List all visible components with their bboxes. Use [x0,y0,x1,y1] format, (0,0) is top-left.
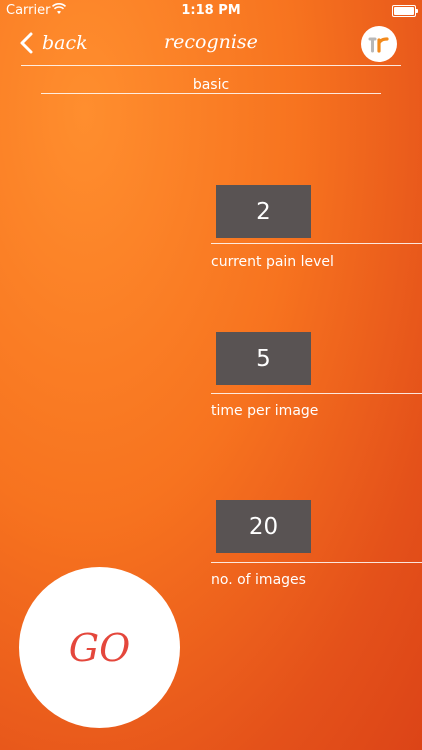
pain-level-divider [211,243,422,244]
app-logo-icon [368,37,389,53]
mode-divider [41,93,381,94]
go-label: GO [68,625,131,670]
time-per-image-divider [211,393,422,394]
nav-divider [21,65,401,66]
pain-level-value[interactable]: 2 [216,185,311,238]
app-logo-button[interactable] [361,26,397,62]
page-title: recognise [164,31,258,53]
number-of-images-label: no. of images [211,572,306,588]
number-of-images-divider [211,562,422,563]
status-bar: Carrier 1:18 PM [0,0,422,22]
time-per-image-label: time per image [211,403,319,419]
pain-level-label: current pain level [211,254,334,270]
number-of-images-value[interactable]: 20 [216,500,311,553]
go-button[interactable]: GO [19,567,180,728]
battery-icon [392,5,418,17]
time-per-image-value[interactable]: 5 [216,332,311,385]
status-time: 1:18 PM [181,3,241,18]
mode-selector[interactable]: basic [0,77,422,93]
